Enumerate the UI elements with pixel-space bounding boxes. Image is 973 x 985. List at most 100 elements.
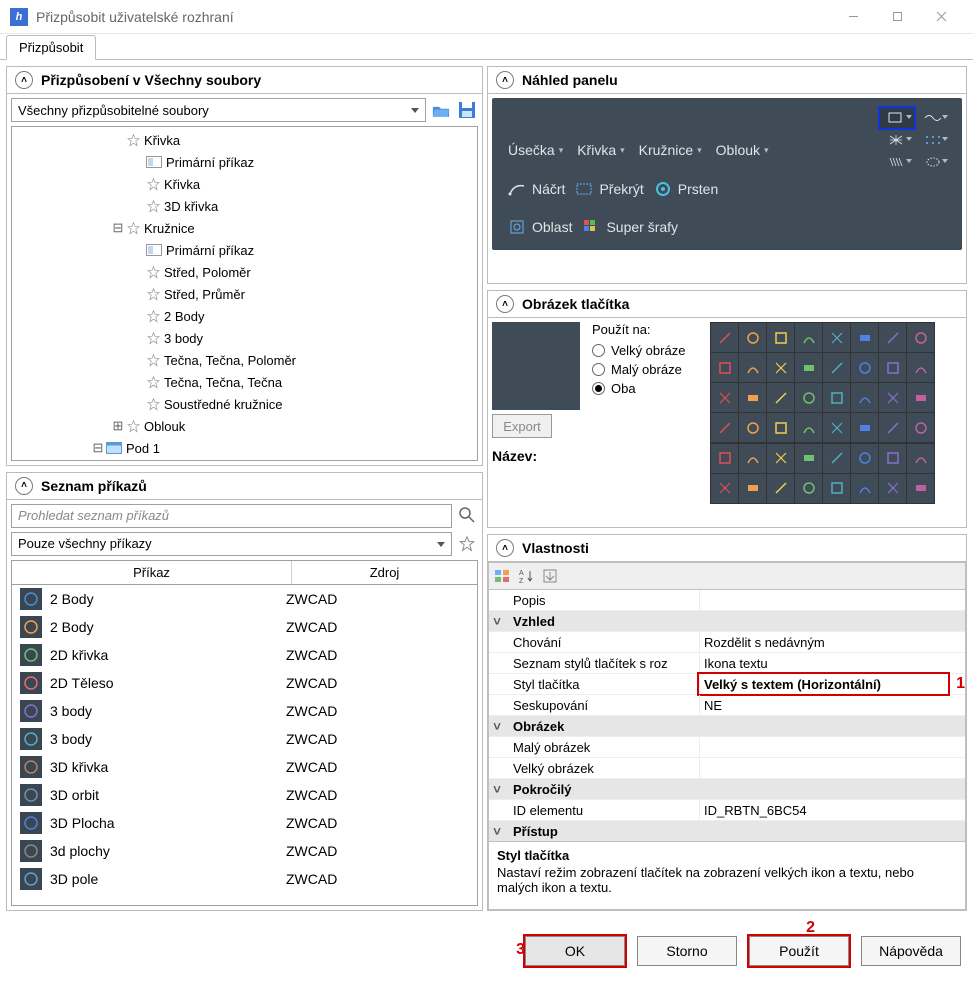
palette-icon[interactable] bbox=[767, 474, 794, 503]
palette-icon[interactable] bbox=[767, 444, 794, 473]
palette-icon[interactable] bbox=[907, 353, 934, 382]
icon-palette[interactable] bbox=[710, 322, 935, 504]
palette-icon[interactable] bbox=[907, 383, 934, 412]
ribbon-category[interactable]: Křivka▾ bbox=[577, 142, 624, 158]
property-group[interactable]: ˅Pokročilý bbox=[489, 779, 965, 800]
ribbon-tool-icon[interactable] bbox=[916, 130, 950, 150]
palette-icon[interactable] bbox=[767, 353, 794, 382]
command-row[interactable]: 3d plochyZWCAD bbox=[12, 837, 477, 865]
palette-icon[interactable] bbox=[795, 444, 822, 473]
collapse-icon[interactable] bbox=[539, 565, 561, 587]
cancel-button[interactable]: Storno bbox=[637, 936, 737, 966]
ribbon-category[interactable]: Kružnice▾ bbox=[639, 142, 702, 158]
tree-node[interactable]: Soustředné kružnice bbox=[12, 393, 477, 415]
palette-icon[interactable] bbox=[907, 323, 934, 352]
column-header-command[interactable]: Příkaz bbox=[12, 561, 292, 584]
ribbon-tool-icon[interactable] bbox=[916, 152, 950, 172]
command-row[interactable]: 3D PlochaZWCAD bbox=[12, 809, 477, 837]
tree-node[interactable]: ⊟Řádky 1 bbox=[12, 459, 477, 461]
palette-icon[interactable] bbox=[795, 413, 822, 442]
ribbon-item[interactable]: Oblast bbox=[508, 218, 572, 236]
palette-icon[interactable] bbox=[879, 383, 906, 412]
sort-az-icon[interactable]: AZ bbox=[515, 565, 537, 587]
palette-icon[interactable] bbox=[711, 474, 738, 503]
command-row[interactable]: 2D TělesoZWCAD bbox=[12, 669, 477, 697]
ribbon-category[interactable]: Oblouk▾ bbox=[716, 142, 769, 158]
palette-icon[interactable] bbox=[795, 353, 822, 382]
palette-icon[interactable] bbox=[823, 323, 850, 352]
tree-node[interactable]: ⊞Oblouk bbox=[12, 415, 477, 437]
help-button[interactable]: Nápověda bbox=[861, 936, 961, 966]
ribbon-tool-icon[interactable] bbox=[880, 108, 914, 128]
palette-icon[interactable] bbox=[851, 444, 878, 473]
palette-icon[interactable] bbox=[711, 383, 738, 412]
palette-icon[interactable] bbox=[739, 444, 766, 473]
column-header-source[interactable]: Zdroj bbox=[292, 561, 477, 584]
property-row[interactable]: Seznam stylů tlačítek s rozIkona textu bbox=[489, 653, 965, 674]
property-row[interactable]: Popis bbox=[489, 590, 965, 611]
ribbon-item[interactable]: Super šrafy bbox=[582, 218, 678, 236]
ribbon-tool-icon[interactable] bbox=[880, 152, 914, 172]
property-grid[interactable]: Popis˅VzhledChováníRozdělit s nedávnýmSe… bbox=[488, 589, 966, 842]
search-input[interactable] bbox=[11, 504, 452, 528]
palette-icon[interactable] bbox=[711, 444, 738, 473]
close-icon[interactable] bbox=[919, 3, 963, 31]
palette-icon[interactable] bbox=[879, 474, 906, 503]
maximize-icon[interactable] bbox=[875, 3, 919, 31]
property-value[interactable]: Rozdělit s nedávným bbox=[699, 632, 965, 652]
tree-node[interactable]: Křivka bbox=[12, 173, 477, 195]
property-row[interactable]: SeskupováníNE bbox=[489, 695, 965, 716]
categorize-icon[interactable] bbox=[491, 565, 513, 587]
command-row[interactable]: 2D křivkaZWCAD bbox=[12, 641, 477, 669]
command-row[interactable]: 3D poleZWCAD bbox=[12, 865, 477, 893]
tree-node[interactable]: Křivka bbox=[12, 129, 477, 151]
property-value[interactable] bbox=[699, 590, 965, 610]
palette-icon[interactable] bbox=[907, 444, 934, 473]
property-row[interactable]: Velký obrázek bbox=[489, 758, 965, 779]
palette-icon[interactable] bbox=[851, 474, 878, 503]
radio-both[interactable]: Oba bbox=[592, 381, 702, 396]
export-button[interactable]: Export bbox=[492, 414, 552, 438]
command-row[interactable]: 2 BodyZWCAD bbox=[12, 613, 477, 641]
section-header-button-image[interactable]: ˄ Obrázek tlačítka bbox=[488, 291, 966, 318]
section-header-customizations[interactable]: ˄ Přizpůsobení v Všechny soubory bbox=[7, 67, 482, 94]
palette-icon[interactable] bbox=[823, 444, 850, 473]
section-header-properties[interactable]: ˄ Vlastnosti bbox=[488, 535, 966, 562]
tree-node[interactable]: 3D křivka bbox=[12, 195, 477, 217]
property-group[interactable]: ˅Vzhled bbox=[489, 611, 965, 632]
open-file-icon[interactable] bbox=[430, 99, 452, 121]
palette-icon[interactable] bbox=[739, 323, 766, 352]
tree-node[interactable]: 3 body bbox=[12, 327, 477, 349]
property-value[interactable] bbox=[699, 758, 965, 778]
search-icon[interactable] bbox=[456, 504, 478, 526]
palette-icon[interactable] bbox=[907, 413, 934, 442]
ribbon-item[interactable]: Prsten bbox=[654, 180, 718, 198]
tree-node[interactable]: 2 Body bbox=[12, 305, 477, 327]
palette-icon[interactable] bbox=[851, 413, 878, 442]
tree-node[interactable]: Střed, Poloměr bbox=[12, 261, 477, 283]
command-row[interactable]: 3 bodyZWCAD bbox=[12, 697, 477, 725]
ok-button[interactable]: OK bbox=[525, 936, 625, 966]
palette-icon[interactable] bbox=[823, 383, 850, 412]
property-row[interactable]: Styl tlačítkaVelký s textem (Horizontáln… bbox=[489, 674, 965, 695]
palette-icon[interactable] bbox=[907, 474, 934, 503]
radio-small-image[interactable]: Malý obráze bbox=[592, 362, 702, 377]
tree-node[interactable]: Střed, Průměr bbox=[12, 283, 477, 305]
command-list[interactable]: 2 BodyZWCAD2 BodyZWCAD2D křivkaZWCAD2D T… bbox=[11, 584, 478, 906]
minimize-icon[interactable] bbox=[831, 3, 875, 31]
section-header-preview[interactable]: ˄ Náhled panelu bbox=[488, 67, 966, 94]
property-value[interactable] bbox=[699, 737, 965, 757]
property-value[interactable]: Velký s textem (Horizontální) bbox=[699, 674, 948, 694]
palette-icon[interactable] bbox=[711, 353, 738, 382]
palette-icon[interactable] bbox=[739, 383, 766, 412]
palette-icon[interactable] bbox=[767, 413, 794, 442]
tree-node[interactable]: Tečna, Tečna, Tečna bbox=[12, 371, 477, 393]
palette-icon[interactable] bbox=[823, 413, 850, 442]
ribbon-tool-icon[interactable] bbox=[880, 130, 914, 150]
tree-node[interactable]: Primární příkaz bbox=[12, 151, 477, 173]
palette-icon[interactable] bbox=[739, 413, 766, 442]
ribbon-item[interactable]: Náčrt bbox=[508, 180, 565, 198]
ribbon-item[interactable]: Překrýt bbox=[575, 180, 643, 198]
palette-icon[interactable] bbox=[879, 444, 906, 473]
palette-icon[interactable] bbox=[851, 353, 878, 382]
